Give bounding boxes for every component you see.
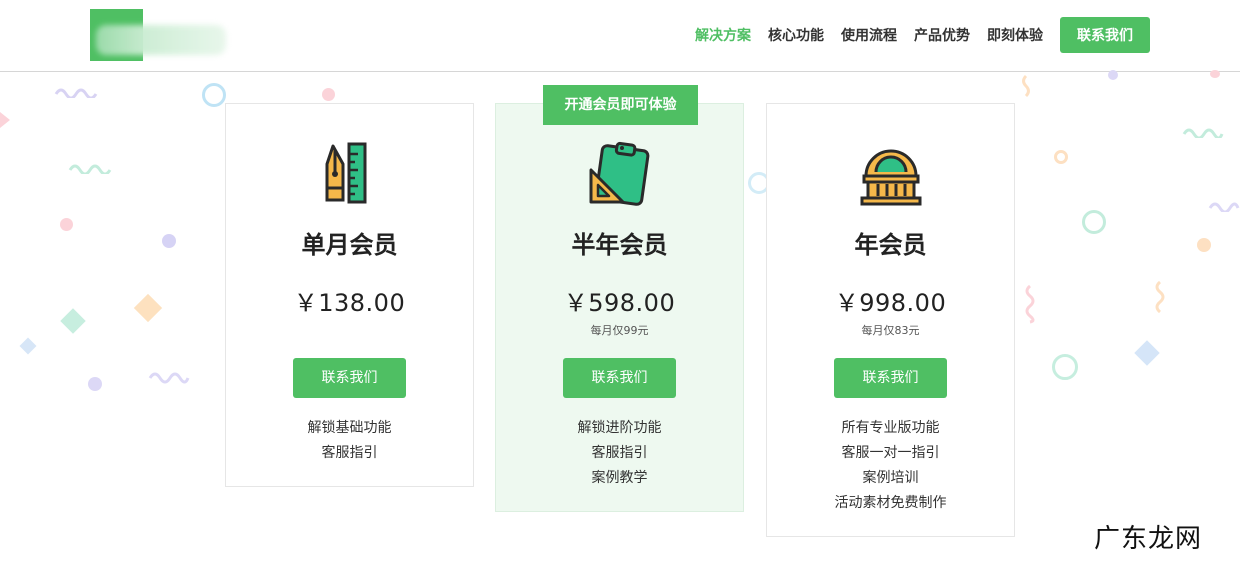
- squiggle-decoration: [1155, 280, 1165, 314]
- ring-decoration: [1052, 354, 1078, 380]
- building-icon: [860, 149, 921, 206]
- feature-item: 客服指引: [591, 445, 648, 461]
- feature-item: 解锁基础功能: [307, 420, 392, 436]
- ring-decoration: [202, 83, 226, 107]
- diamond-decoration: [60, 308, 86, 334]
- plan-name: 年会员: [854, 231, 927, 259]
- feature-list: 所有专业版功能 客服一对一指引 案例培训 活动素材免费制作: [767, 416, 1014, 536]
- plan-name: 单月会员: [301, 231, 398, 259]
- nav-item-advantages[interactable]: 产品优势: [914, 25, 970, 45]
- dot-decoration: [1108, 70, 1118, 80]
- diamond-decoration: [19, 337, 37, 355]
- plan-per-month: 每月仅99元: [590, 324, 649, 337]
- feature-list: 解锁进阶功能 客服指引 案例教学: [496, 416, 743, 511]
- plan-price: ￥598.00: [563, 289, 676, 317]
- plan-card-annual: 年会员 ￥998.00 每月仅83元 联系我们 所有专业版功能 客服一对一指引 …: [766, 103, 1015, 537]
- feature-item: 所有专业版功能: [841, 420, 940, 436]
- plan-price: ￥138.00: [293, 289, 406, 317]
- squiggle-decoration: [1025, 284, 1035, 324]
- feature-item: 案例培训: [862, 470, 919, 486]
- plan-name: 半年会员: [571, 231, 668, 259]
- squiggle-decoration: [1182, 128, 1224, 138]
- squiggle-decoration: [1022, 74, 1030, 98]
- dot-decoration: [1210, 70, 1220, 78]
- squiggle-decoration: [1208, 202, 1240, 212]
- contact-us-button[interactable]: 联系我们: [293, 358, 406, 398]
- contact-us-button[interactable]: 联系我们: [1060, 17, 1150, 53]
- plan-price: ￥998.00: [834, 289, 947, 317]
- ring-decoration: [1082, 210, 1106, 234]
- feature-item: 客服一对一指引: [841, 445, 940, 461]
- nav-item-workflow[interactable]: 使用流程: [841, 25, 897, 45]
- feature-list: 解锁基础功能 客服指引: [226, 416, 473, 486]
- feature-item: 客服指引: [321, 445, 378, 461]
- feature-item: 解锁进阶功能: [577, 420, 662, 436]
- plan-card-monthly: 单月会员 ￥138.00 联系我们 解锁基础功能 客服指引: [225, 103, 474, 487]
- diamond-decoration: [1134, 340, 1160, 366]
- clipboard-set-square-icon: [589, 141, 649, 206]
- feature-item: 案例教学: [591, 470, 648, 486]
- plan-card-half-year: 开通会员即可体验 半年会员 ￥598.00 每月仅99元 联系我们 解锁进阶功能…: [495, 85, 744, 512]
- dot-decoration: [60, 218, 73, 231]
- dot-decoration: [322, 88, 335, 101]
- nav-item-solutions[interactable]: 解决方案: [695, 25, 751, 45]
- promo-badge: 开通会员即可体验: [543, 85, 698, 125]
- nav-item-try-now[interactable]: 即刻体验: [987, 25, 1043, 45]
- dot-decoration: [88, 377, 102, 391]
- contact-us-button[interactable]: 联系我们: [563, 358, 676, 398]
- plan-per-month: [226, 324, 473, 338]
- logo[interactable]: [90, 9, 230, 61]
- squiggle-decoration: [68, 164, 112, 174]
- diamond-decoration: [133, 293, 163, 323]
- nav-item-core-features[interactable]: 核心功能: [768, 25, 824, 45]
- pen-ruler-icon: [325, 142, 366, 204]
- watermark: 广东龙网: [1093, 524, 1202, 554]
- feature-item: 活动素材免费制作: [834, 495, 947, 511]
- dot-decoration: [1197, 238, 1211, 252]
- main-nav: 解决方案 核心功能 使用流程 产品优势 即刻体验 联系我们: [678, 17, 1150, 53]
- logo-text-blurred: [96, 25, 226, 55]
- top-navbar: 解决方案 核心功能 使用流程 产品优势 即刻体验 联系我们: [0, 0, 1240, 72]
- triangle-decoration: [0, 112, 10, 128]
- ring-decoration: [1054, 150, 1068, 164]
- dot-decoration: [162, 234, 176, 248]
- squiggle-decoration: [148, 372, 190, 384]
- contact-us-button[interactable]: 联系我们: [834, 358, 947, 398]
- squiggle-decoration: [54, 88, 98, 98]
- plan-per-month: 每月仅83元: [861, 324, 920, 337]
